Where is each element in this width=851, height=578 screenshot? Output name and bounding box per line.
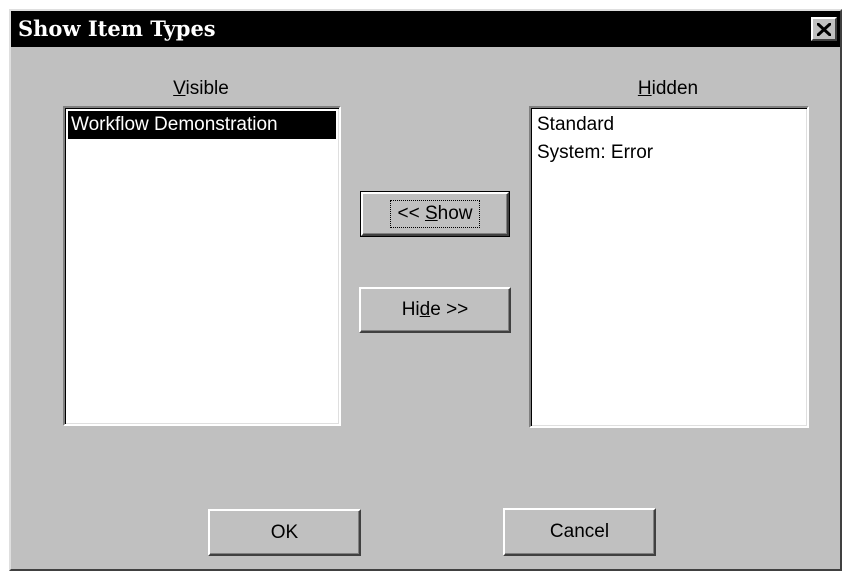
hide-button-label: Hide >> bbox=[402, 299, 469, 321]
hide-rest: e >> bbox=[430, 299, 469, 320]
dialog-title: Show Item Types bbox=[18, 16, 216, 41]
visible-listbox[interactable]: Workflow Demonstration bbox=[63, 106, 341, 426]
show-button-label: << Show bbox=[390, 200, 480, 228]
title-bar[interactable]: Show Item Types bbox=[11, 11, 840, 47]
hidden-listbox[interactable]: Standard System: Error bbox=[529, 106, 809, 428]
hide-button[interactable]: Hide >> bbox=[359, 287, 511, 333]
show-button[interactable]: << Show bbox=[360, 191, 510, 237]
visible-label-mnemonic: V bbox=[173, 78, 186, 99]
ok-button-label: OK bbox=[270, 521, 299, 543]
cancel-button[interactable]: Cancel bbox=[503, 508, 656, 556]
show-item-types-dialog: Show Item Types Visible Workflow Demonst… bbox=[9, 9, 842, 571]
hidden-label-rest: idden bbox=[651, 78, 699, 99]
visible-label-rest: isible bbox=[185, 78, 229, 99]
hidden-label-mnemonic: H bbox=[637, 78, 652, 99]
list-item[interactable]: Standard bbox=[534, 111, 804, 139]
list-item[interactable]: Workflow Demonstration bbox=[68, 111, 336, 139]
close-icon bbox=[817, 22, 831, 36]
visible-list-label: Visible bbox=[63, 78, 339, 100]
cancel-button-label: Cancel bbox=[549, 521, 610, 542]
hidden-list-label: Hidden bbox=[529, 78, 807, 100]
show-rest: how bbox=[437, 203, 473, 224]
hide-mnemonic: d bbox=[419, 299, 431, 320]
hide-prefix: Hi bbox=[401, 299, 420, 320]
ok-button[interactable]: OK bbox=[208, 509, 361, 556]
show-mnemonic: S bbox=[424, 203, 438, 224]
close-button[interactable] bbox=[811, 17, 837, 41]
show-prefix: << bbox=[397, 203, 425, 224]
list-item[interactable]: System: Error bbox=[534, 139, 804, 167]
